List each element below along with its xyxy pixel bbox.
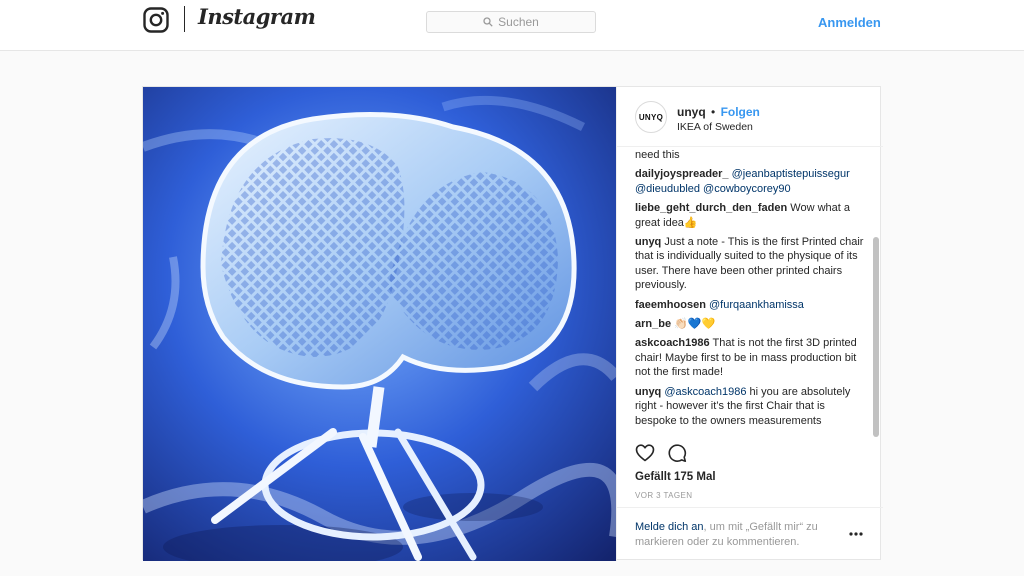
- login-prompt-link[interactable]: Melde dich an: [635, 521, 704, 533]
- login-prompt: Melde dich an, um mit „Gefällt mir“ zu m…: [617, 507, 883, 561]
- list-item: faeemhoosen @furqaankhamissa: [635, 298, 867, 312]
- top-nav: Instagram Suchen Anmelden: [0, 0, 1024, 51]
- post-header: UNYQ unyq • Folgen IKEA of Sweden: [617, 87, 883, 147]
- post-author-line: unyq • Folgen: [677, 105, 760, 119]
- list-item: liebe_geht_durch_den_faden Wow what a gr…: [635, 201, 867, 230]
- post-timestamp[interactable]: VOR 3 TAGEN: [635, 491, 692, 500]
- list-item: arn_be 👏🏻💙💛: [635, 317, 867, 331]
- post-username[interactable]: unyq: [677, 105, 706, 119]
- comment-username[interactable]: faeemhoosen: [635, 299, 706, 311]
- follow-button[interactable]: Folgen: [721, 105, 760, 119]
- list-item: unyq @askcoach1986 hi you are absolutely…: [635, 385, 867, 428]
- list-item: dailyjoyspreader_ @jeanbaptistepuissegur…: [635, 167, 867, 196]
- search-input[interactable]: Suchen: [426, 11, 596, 33]
- comment-text: Just a note - This is the first Printed …: [635, 236, 864, 292]
- search-placeholder: Suchen: [498, 15, 539, 29]
- nav-divider: [184, 6, 185, 32]
- like-count[interactable]: Gefällt 175 Mal: [635, 471, 716, 483]
- post-location[interactable]: IKEA of Sweden: [677, 121, 753, 133]
- list-item: askcoach1986 That is not the first 3D pr…: [635, 336, 867, 379]
- list-item: unyq Just a note - This is the first Pri…: [635, 235, 867, 293]
- comment-text: 👏🏻💙💛: [674, 318, 716, 331]
- post-photo[interactable]: [143, 87, 616, 561]
- comment-text: need this: [635, 149, 680, 161]
- comment-username[interactable]: dailyjoyspreader_: [635, 168, 729, 180]
- comment-username[interactable]: askcoach1986: [635, 337, 710, 349]
- login-link[interactable]: Anmelden: [818, 15, 881, 30]
- separator-dot: •: [711, 105, 716, 119]
- comment-username[interactable]: unyq: [635, 236, 661, 248]
- comment-mention[interactable]: @furqaankhamissa: [709, 299, 804, 311]
- post-card: UNYQ unyq • Folgen IKEA of Sweden need t…: [142, 86, 883, 561]
- post-actions: [635, 443, 687, 465]
- comment-bubble-icon[interactable]: [667, 443, 687, 463]
- comment-username[interactable]: arn_be: [635, 318, 671, 330]
- post-sidebar: UNYQ unyq • Folgen IKEA of Sweden need t…: [616, 87, 883, 561]
- heart-icon[interactable]: [635, 443, 655, 463]
- comment-list[interactable]: need this dailyjoyspreader_ @jeanbaptist…: [635, 148, 867, 524]
- instagram-wordmark[interactable]: Instagram: [198, 4, 316, 29]
- instagram-camera-icon[interactable]: [143, 7, 169, 33]
- comment-mention[interactable]: @askcoach1986: [664, 386, 746, 398]
- login-prompt-text: Melde dich an, um mit „Gefällt mir“ zu m…: [635, 520, 840, 549]
- avatar[interactable]: UNYQ: [635, 101, 667, 133]
- comment-username[interactable]: liebe_geht_durch_den_faden: [635, 202, 787, 214]
- comment-username[interactable]: unyq: [635, 386, 661, 398]
- list-item: need this: [635, 148, 867, 162]
- more-dots-icon[interactable]: [849, 532, 863, 536]
- comments-scrollbar[interactable]: [873, 237, 879, 437]
- search-icon: [483, 17, 493, 27]
